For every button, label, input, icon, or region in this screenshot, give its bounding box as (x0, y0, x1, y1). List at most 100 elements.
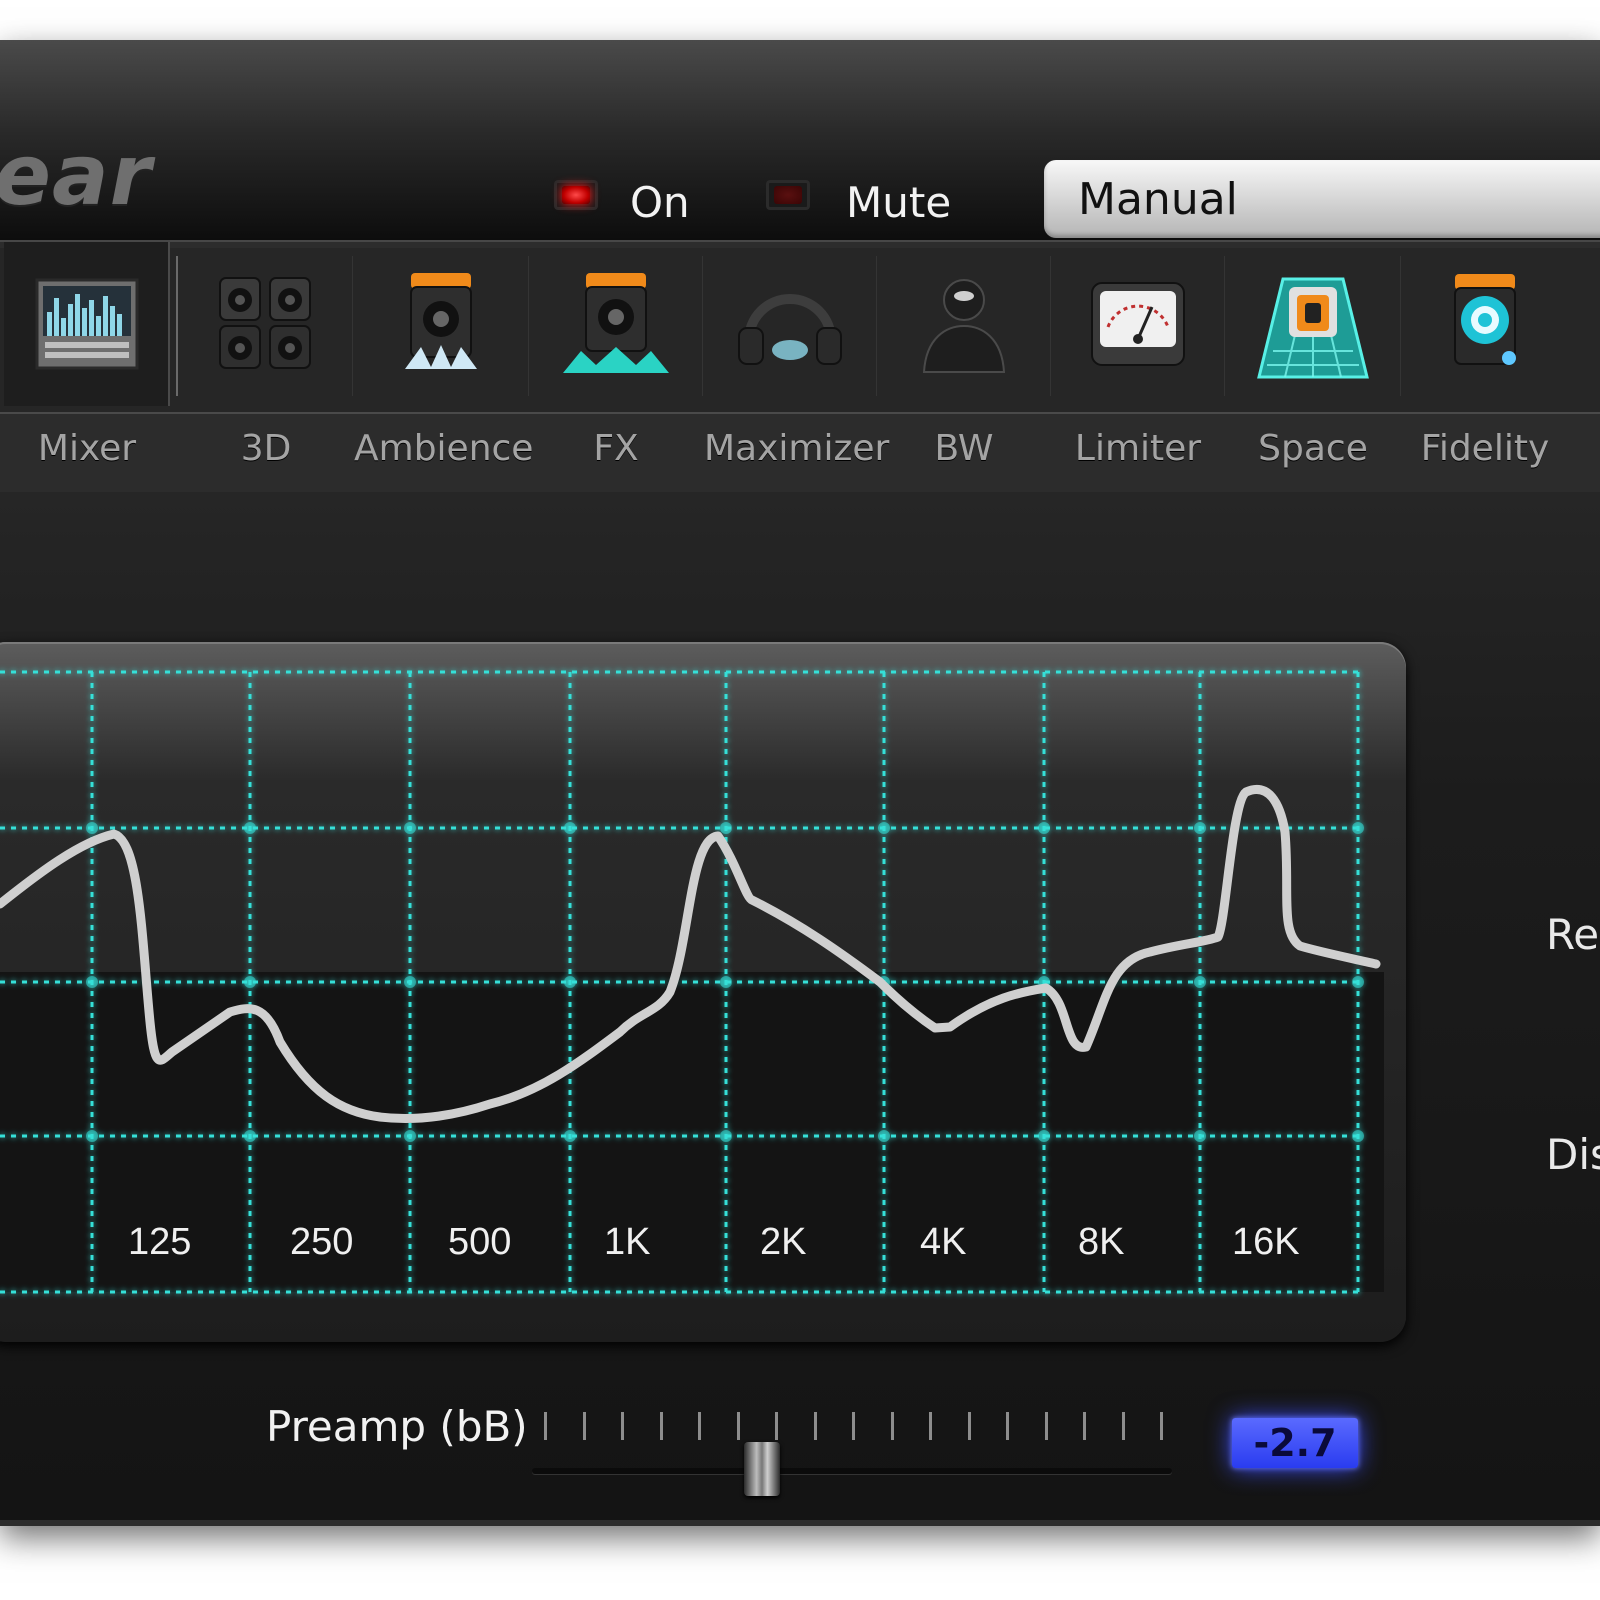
tab-bw-label: BW (934, 428, 994, 469)
eq-grid-node (1194, 1130, 1206, 1142)
toolbar-divider (528, 256, 529, 396)
toolbar-divider (176, 256, 178, 396)
preamp-slider-thumb[interactable] (744, 1442, 781, 1496)
eq-grid-node (404, 1130, 416, 1142)
fidelity-lens-icon (1402, 242, 1568, 406)
fx-speaker-icon (530, 242, 702, 406)
on-led-icon (562, 186, 590, 204)
tab-limiter-label: Limiter (1074, 428, 1202, 469)
toolbar-divider (876, 256, 877, 396)
app-logo: ear (0, 126, 153, 224)
on-led-toggle[interactable] (554, 180, 598, 210)
eq-grid-node (244, 976, 256, 988)
equalizer-graph[interactable]: 125 250 500 1K 2K 4K 8K 16K (0, 642, 1400, 1342)
tab-3d[interactable]: 3D (182, 242, 350, 488)
tab-space[interactable]: Space (1226, 242, 1400, 488)
preamp-slider-track[interactable] (532, 1468, 1172, 1474)
tab-ambience-label: Ambience (354, 428, 534, 469)
header-bar: ear On Mute Manual (0, 40, 1600, 240)
band-label: 1K (604, 1221, 650, 1263)
space-room-icon (1226, 242, 1400, 406)
tab-mixer-label: Mixer (37, 428, 137, 469)
band-label: 125 (128, 1221, 191, 1263)
tab-maximizer-label: Maximizer (704, 428, 890, 469)
eq-grid-node (564, 976, 576, 988)
slider-tick (1006, 1412, 1009, 1440)
headphones-icon (704, 242, 876, 406)
tab-ambience[interactable]: Ambience (354, 242, 534, 488)
slider-tick (621, 1412, 624, 1440)
tab-space-label: Space (1258, 428, 1368, 469)
eq-grid-node (86, 822, 98, 834)
res-label: Res (1546, 910, 1600, 959)
preset-dropdown[interactable]: Manual (1044, 160, 1600, 238)
slider-tick (582, 1412, 586, 1440)
eq-grid-node (244, 822, 256, 834)
band-label: 2K (760, 1221, 806, 1263)
tab-fx-label: FX (593, 428, 639, 469)
vu-meter-icon (1052, 242, 1224, 406)
equalizer-panel: 125 250 500 1K 2K 4K 8K 16K (0, 642, 1406, 1342)
tab-3d-label: 3D (240, 428, 292, 469)
eq-grid-node (878, 822, 890, 834)
eq-grid-node (720, 1130, 732, 1142)
eq-grid-node (1038, 822, 1050, 834)
tab-fidelity[interactable]: Fidelity (1402, 242, 1568, 488)
eq-grid-node (1352, 1130, 1364, 1142)
eq-grid-node (404, 976, 416, 988)
application-window: ear On Mute Manual Mixer 3D Ambience FX … (0, 40, 1600, 1526)
on-label[interactable]: On (630, 178, 690, 227)
eq-lower-half (0, 972, 1384, 1292)
speakers-3d-icon (182, 242, 350, 406)
tab-maximizer[interactable]: Maximizer (704, 242, 890, 488)
slider-tick (659, 1412, 663, 1440)
preamp-value-display[interactable]: -2.7 (1232, 1418, 1358, 1468)
eq-grid-node (564, 822, 576, 834)
toolbar-divider (1224, 256, 1225, 396)
slider-tick (929, 1412, 932, 1440)
slider-tick (736, 1412, 740, 1440)
eq-grid-node (720, 976, 732, 988)
eq-grid-node (1038, 1130, 1050, 1142)
eq-grid-node (404, 822, 416, 834)
eq-grid-node (878, 1130, 890, 1142)
preamp-label: Preamp (bB) (266, 1402, 528, 1451)
eq-grid-node (720, 822, 732, 834)
eq-grid-node (1194, 822, 1206, 834)
slider-tick (813, 1412, 817, 1440)
band-label: 4K (920, 1221, 966, 1263)
preamp-slider[interactable] (532, 1412, 1172, 1496)
eq-grid-node (564, 1130, 576, 1142)
slider-tick (1121, 1412, 1125, 1440)
slider-tick (544, 1412, 547, 1440)
eq-grid-node (1194, 976, 1206, 988)
mixer-icon (4, 242, 170, 406)
slider-tick (1160, 1412, 1163, 1440)
tab-fidelity-label: Fidelity (1420, 428, 1550, 469)
mute-label[interactable]: Mute (846, 178, 951, 227)
slider-tick (852, 1412, 855, 1440)
slider-tick (1083, 1412, 1086, 1440)
tab-limiter[interactable]: Limiter (1052, 242, 1224, 488)
mute-led-toggle[interactable] (766, 180, 810, 210)
eq-grid-node (1352, 822, 1364, 834)
mute-led-icon (774, 186, 802, 204)
ambience-speaker-icon (354, 242, 528, 406)
tab-mixer[interactable]: Mixer (4, 242, 170, 488)
band-label: 16K (1232, 1221, 1300, 1263)
toolbar-divider (1400, 256, 1401, 396)
slider-tick (698, 1412, 701, 1440)
eq-grid-node (86, 1130, 98, 1142)
slider-tick (967, 1412, 971, 1440)
slider-tick (775, 1412, 778, 1440)
tab-bw[interactable]: BW (878, 242, 1050, 488)
slider-tick (890, 1412, 894, 1440)
main-content: 125 250 500 1K 2K 4K 8K 16K Res Dis Prea… (0, 492, 1600, 1520)
band-label: 8K (1078, 1221, 1124, 1263)
band-label: 500 (448, 1221, 511, 1263)
band-label: 250 (290, 1221, 353, 1263)
eq-grid-node (244, 1130, 256, 1142)
preset-value: Manual (1078, 174, 1238, 225)
tab-fx[interactable]: FX (530, 242, 702, 488)
slider-tick (1044, 1412, 1048, 1440)
